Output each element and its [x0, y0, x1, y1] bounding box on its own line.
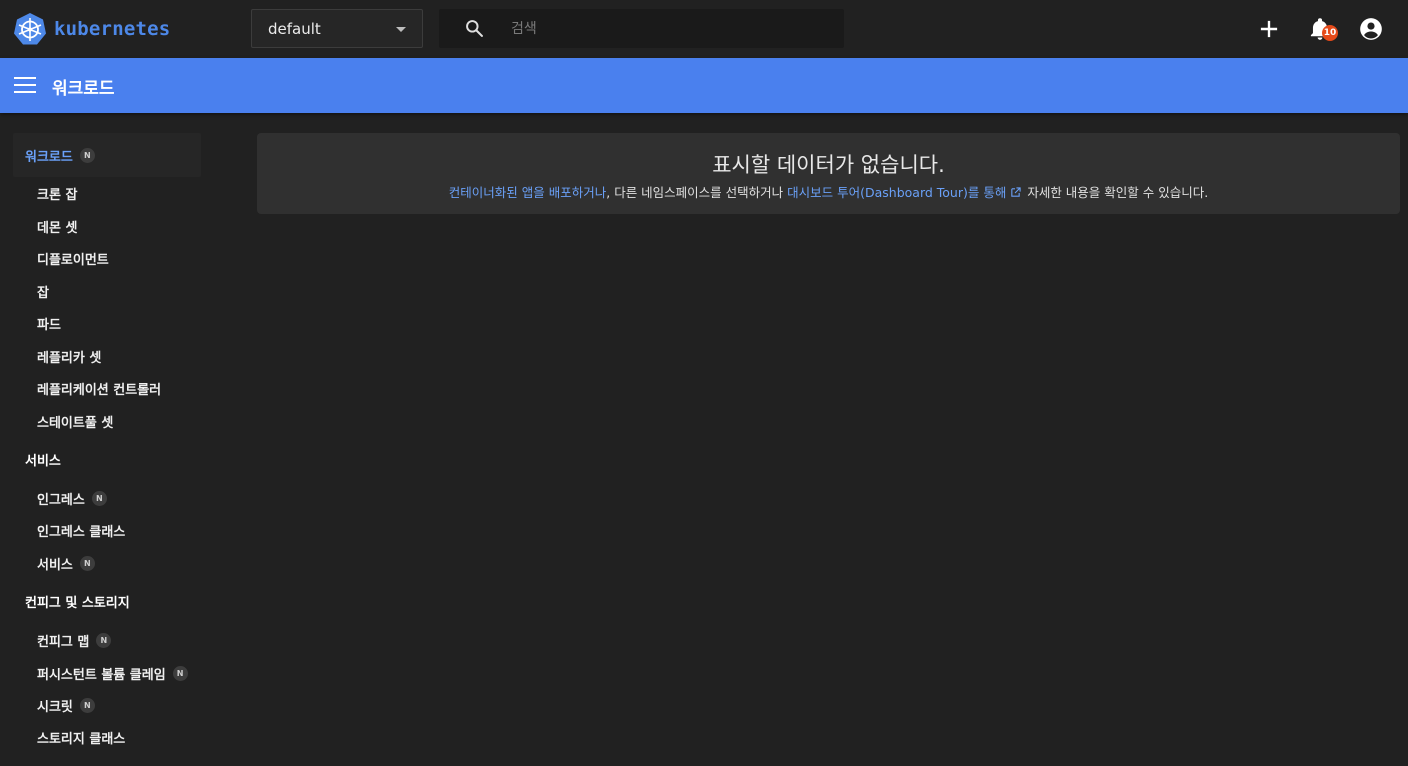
sidebar-item-storageclasses[interactable]: 스토리지 클래스	[37, 723, 125, 751]
empty-state-title: 표시할 데이터가 없습니다.	[712, 153, 945, 177]
dashboard-tour-link[interactable]: 대시보드 투어(Dashboard Tour)를 통해	[787, 185, 1006, 200]
sidebar-item-label: 시크릿	[37, 699, 73, 715]
sidebar-item-deployments[interactable]: 디플로이먼트	[37, 244, 109, 272]
empty-state-text-middle: , 다른 네임스페이스를 선택하거나	[606, 185, 788, 200]
sidebar-item-replicationcontrollers[interactable]: 레플리케이션 컨트롤러	[37, 374, 161, 402]
logo-text: kubernetes	[54, 18, 171, 40]
sidebar-item-cronjobs[interactable]: 크론 잡	[37, 179, 77, 207]
empty-state-text-end: 자세한 내용을 확인할 수 있습니다.	[1023, 185, 1209, 200]
sidebar-item-label: 데몬 셋	[37, 220, 78, 236]
namespace-value: default	[268, 19, 321, 38]
sidebar-item-label: 컨피그 맵	[37, 634, 90, 650]
search-icon	[466, 20, 483, 37]
sidebar-section-workloads[interactable]: 워크로드 N	[13, 133, 201, 177]
sidebar-item-daemonsets[interactable]: 데몬 셋	[37, 212, 77, 240]
empty-state-description: 컨테이너화된 앱을 배포하거나, 다른 네임스페이스를 선택하거나 대시보드 투…	[257, 182, 1400, 201]
sidebar-section-services[interactable]: 서비스	[13, 437, 201, 481]
menu-icon[interactable]	[14, 77, 36, 95]
new-badge: N	[91, 490, 107, 506]
sidebar-item-pods[interactable]: 파드	[37, 309, 61, 337]
sidebar-item-configmaps[interactable]: 컨피그 맵 N	[37, 626, 112, 654]
sidebar-item-label: 스토리지 클래스	[37, 731, 126, 747]
new-badge: N	[172, 665, 188, 681]
sidebar-item-label: 서비스	[37, 557, 73, 573]
page-title: 워크로드	[52, 79, 115, 99]
empty-state-card: 표시할 데이터가 없습니다. 컨테이너화된 앱을 배포하거나, 다른 네임스페이…	[257, 133, 1400, 214]
sidebar-item-label: 인그레스 클래스	[37, 524, 126, 540]
sidebar-item-persistentvolumeclaims[interactable]: 퍼시스턴트 볼륨 클레임 N	[37, 659, 188, 687]
account-circle-icon[interactable]	[1358, 16, 1384, 42]
plus-icon[interactable]	[1256, 16, 1282, 42]
sidebar-section-config-storage[interactable]: 컨피그 및 스토리지	[13, 579, 201, 623]
dropdown-arrow-icon	[396, 27, 406, 32]
sidebar: 워크로드 N 크론 잡 데몬 셋 디플로이먼트 잡 파드 레플리카 셋 레플리케…	[0, 113, 240, 766]
sidebar-item-services[interactable]: 서비스 N	[37, 549, 95, 577]
top-bar: kubernetes default 10	[0, 0, 1408, 58]
sidebar-item-ingressclasses[interactable]: 인그레스 클래스	[37, 516, 125, 544]
new-badge: N	[79, 147, 95, 163]
sidebar-item-ingresses[interactable]: 인그레스 N	[37, 484, 107, 512]
sidebar-item-label: 파드	[37, 317, 61, 333]
sidebar-item-label: 인그레스	[37, 492, 85, 508]
sidebar-item-label: 크론 잡	[37, 187, 78, 203]
sidebar-item-label: 잡	[37, 285, 49, 301]
sidebar-item-jobs[interactable]: 잡	[37, 277, 49, 305]
page-header: 워크로드	[0, 58, 1408, 113]
new-badge: N	[79, 697, 95, 713]
sidebar-item-statefulsets[interactable]: 스테이트풀 셋	[37, 407, 113, 435]
sidebar-item-label: 레플리케이션 컨트롤러	[37, 382, 162, 398]
notification-badge: 10	[1322, 25, 1338, 41]
sidebar-section-label: 서비스	[25, 453, 61, 469]
kubernetes-logo-icon	[14, 13, 46, 45]
search-bar[interactable]	[439, 9, 844, 48]
sidebar-item-label: 레플리카 셋	[37, 350, 102, 366]
deploy-app-link[interactable]: 컨테이너화된 앱을 배포하거나	[449, 185, 606, 200]
new-badge: N	[79, 555, 95, 571]
sidebar-section-label: 워크로드	[25, 149, 73, 165]
sidebar-item-label: 디플로이먼트	[37, 252, 109, 268]
sidebar-section-label: 컨피그 및 스토리지	[25, 595, 130, 611]
sidebar-item-label: 퍼시스턴트 볼륨 클레임	[37, 667, 166, 683]
namespace-select[interactable]: default	[251, 9, 423, 48]
new-badge: N	[96, 632, 112, 648]
sidebar-item-secrets[interactable]: 시크릿 N	[37, 691, 95, 719]
sidebar-item-label: 스테이트풀 셋	[37, 415, 114, 431]
kubernetes-logo[interactable]: kubernetes	[13, 12, 170, 46]
sidebar-item-replicasets[interactable]: 레플리카 셋	[37, 342, 101, 370]
open-in-new-icon[interactable]	[1010, 187, 1021, 198]
search-input[interactable]	[511, 9, 831, 48]
